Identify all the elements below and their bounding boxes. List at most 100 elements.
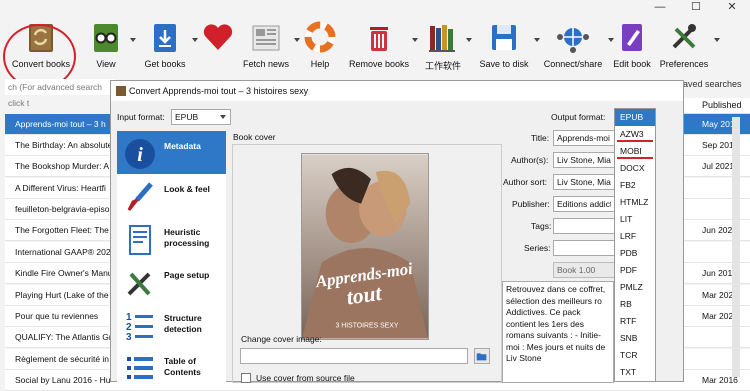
toolbar-label: Save to disk [479,59,529,69]
publisher-label: Publisher: [512,199,550,209]
edit-book-button[interactable]: Edit book [610,14,654,74]
sidebar-item-page-setup[interactable]: Page setup [117,260,226,303]
format-option[interactable]: PDB [615,245,655,262]
column-header-published[interactable]: Published [702,100,742,110]
browse-cover-button[interactable] [474,348,490,364]
input-format-value: EPUB [175,112,199,122]
sidebar-item-label: Table of Contents [164,356,201,377]
search-input[interactable]: ch (For advanced search click t [5,79,115,108]
format-option[interactable]: LRF [615,228,655,245]
sidebar-item-toc[interactable]: Table of Contents [117,346,226,389]
convert-dialog: Convert Apprends-moi tout – 3 histoires … [110,80,684,383]
dialog-sidebar: i Metadata Look & feel Heuristic process… [117,131,226,383]
book-title: Apprends-moi tout – 3 h [15,119,106,129]
connect-share-button[interactable]: Connect/share [540,14,614,74]
format-option[interactable]: HTMLZ [615,194,655,211]
network-icon [557,28,589,53]
toolbar-label: Get books [144,59,186,69]
toolbar-label: Remove books [348,59,410,69]
sidebar-item-label: Page setup [164,270,210,280]
svg-text:i: i [137,144,143,166]
format-option[interactable]: TCR [615,347,655,364]
format-option[interactable]: RB [615,296,655,313]
view-glasses-icon [94,24,118,52]
book-title: The Forgotten Fleet: The [15,225,109,235]
chevron-down-icon[interactable] [714,38,720,42]
sidebar-item-label: Heuristic processing [164,227,210,248]
tags-label: Tags: [531,221,552,231]
edit-book-icon [622,24,642,51]
toolbar-label: Fetch news [242,59,290,69]
chevron-down-icon[interactable] [412,38,418,42]
get-books-button[interactable]: Get books [140,14,198,74]
fetch-news-button[interactable]: Fetch news [240,14,300,74]
format-option[interactable]: FB2 [615,177,655,194]
series-input[interactable] [553,240,615,256]
save-to-disk-button[interactable]: Save to disk [476,14,540,74]
cover-path-input[interactable] [240,348,468,364]
format-option[interactable]: EPUB [615,109,655,126]
brush-icon [127,182,153,211]
toc-icon [127,357,153,379]
book-title: Pour que tu reviennes [15,311,99,321]
book-cover-label: Book cover [233,132,276,142]
author-sort-input[interactable] [553,174,615,190]
donate-button[interactable] [198,14,238,74]
tags-input[interactable] [553,218,615,234]
input-format-label: Input format: [117,112,165,122]
book-title: The Birthday: An absolute [15,140,113,150]
view-button[interactable]: View [86,14,136,74]
lifebuoy-icon [304,21,336,53]
sidebar-item-look-feel[interactable]: Look & feel [117,174,226,217]
book-title: Kindle Fire Owner's Manu [15,268,113,278]
numbered-list-icon: 123 [126,312,153,343]
calibre-icon [116,86,126,96]
toolbar-label: 工作软件 [424,61,461,71]
input-format-select[interactable]: EPUB [171,109,231,125]
folder-icon [476,353,487,361]
sidebar-item-label: Structure detection [164,313,202,334]
preferences-button[interactable]: Preferences [656,14,720,74]
chevron-down-icon[interactable] [466,38,472,42]
format-option[interactable]: LIT [615,211,655,228]
series-index-spinbox[interactable]: Book 1.00 [553,262,615,278]
list-scrollbar[interactable] [732,117,740,377]
svg-text:tout: tout [345,281,384,310]
dialog-title: Convert Apprends-moi tout – 3 histoires … [111,81,683,101]
sidebar-item-structure[interactable]: 123 Structure detection [117,303,226,346]
info-icon: i [125,139,155,169]
format-option[interactable]: PMLZ [615,279,655,296]
format-option[interactable]: DOCX [615,160,655,177]
format-option[interactable]: TXT [615,364,655,381]
format-option[interactable]: PDF [615,262,655,279]
toolbar-label: Edit book [613,59,651,69]
library-button[interactable]: 工作软件 [422,14,472,74]
saved-searches-button[interactable]: aved searches [683,79,742,89]
sidebar-item-label: Metadata [164,141,201,151]
format-option[interactable]: SNB [615,330,655,347]
description-box[interactable]: Retrouvez dans ce coffret, sélection des… [502,281,614,383]
library-icon [429,25,455,52]
svg-text:3 HISTOIRES SEXY: 3 HISTOIRES SEXY [336,323,399,330]
author-input[interactable] [553,152,615,168]
newspaper-icon [252,25,280,51]
chevron-down-icon[interactable] [294,38,300,42]
publisher-input[interactable] [553,196,615,212]
sidebar-item-heuristic[interactable]: Heuristic processing [117,217,226,260]
format-option[interactable]: RTF [615,313,655,330]
book-title: A Different Virus: Heartfi [15,183,106,193]
output-format-dropdown[interactable]: EPUB AZW3 MOBI DOCX FB2 HTMLZ LIT LRF PD… [614,108,656,382]
document-icon [129,225,151,255]
help-button[interactable]: Help [302,14,338,74]
sidebar-item-label: Look & feel [164,184,210,194]
title-input[interactable] [553,130,615,146]
toolbar-label: Help [310,59,330,69]
author-label: Author(s): [511,155,549,165]
heart-icon [203,24,233,50]
sidebar-item-metadata[interactable]: i Metadata [117,131,226,174]
output-format-label: Output format: [551,112,606,122]
remove-books-button[interactable]: Remove books [348,14,418,74]
book-title: feuilleton-belgravia-episo [15,204,110,214]
toolbar-label: View [96,59,116,69]
chevron-down-icon[interactable] [130,38,136,42]
